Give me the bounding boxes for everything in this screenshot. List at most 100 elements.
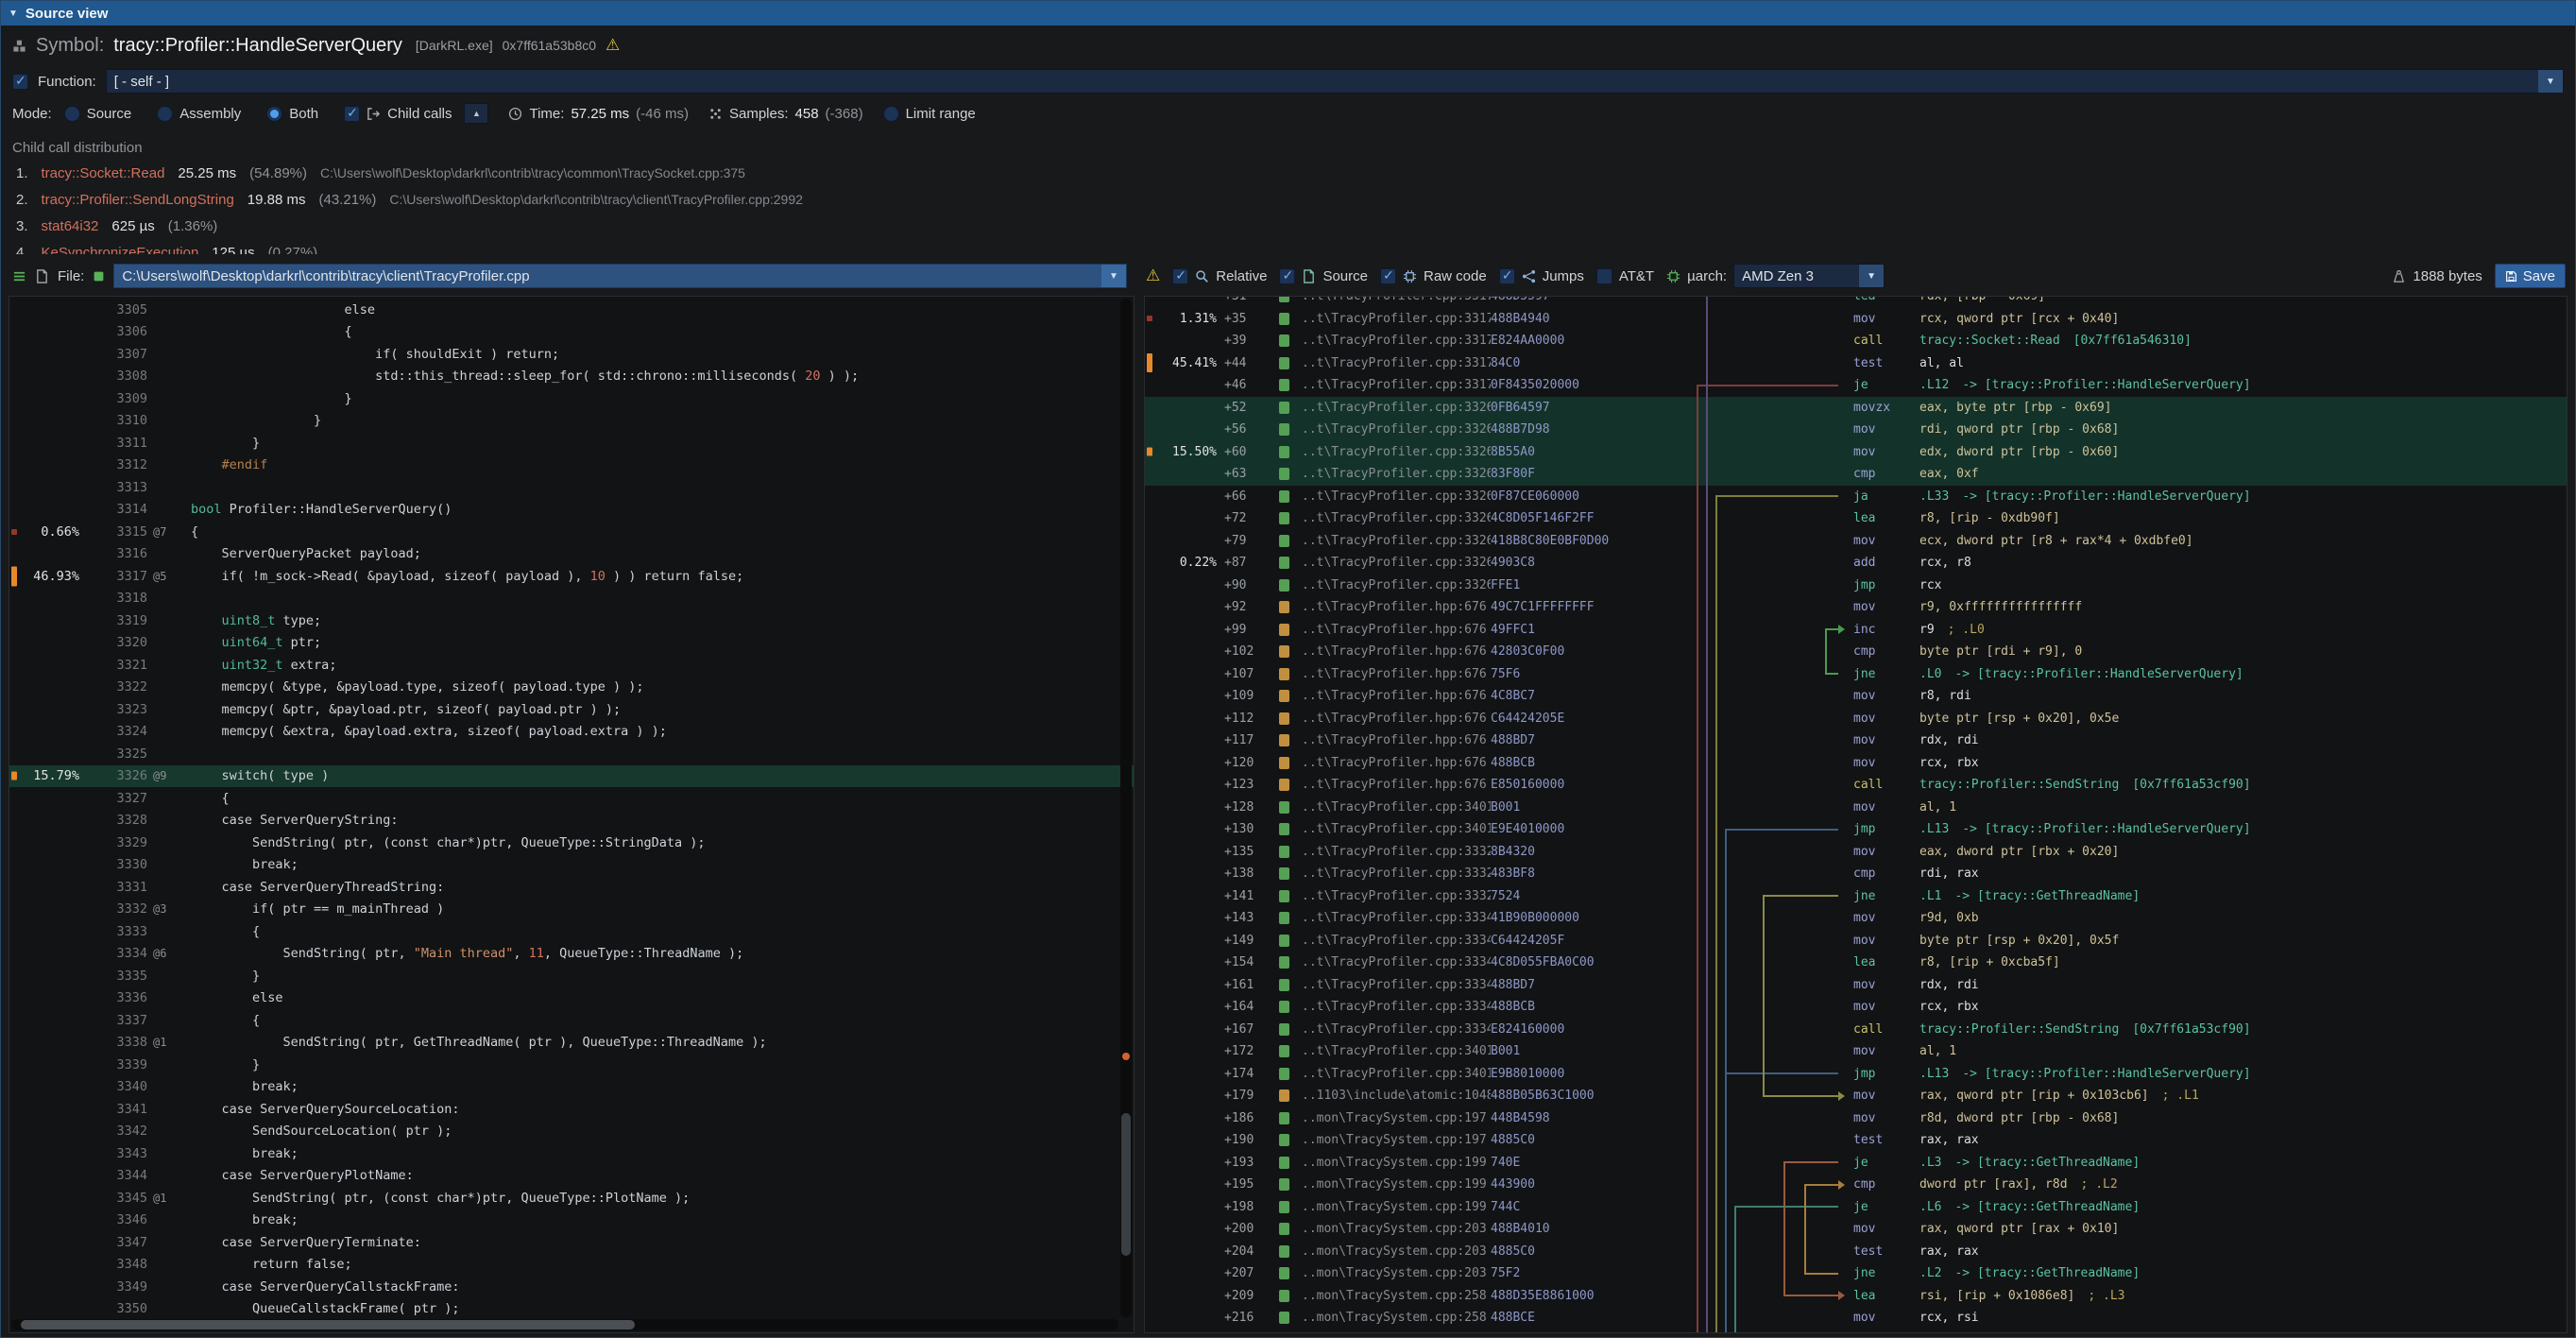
asm-file-line[interactable]: ..mon\TracySystem.cpp:199 — [1302, 1177, 1491, 1192]
asm-file-line[interactable]: ..mon\TracySystem.cpp:203 — [1302, 1266, 1491, 1280]
asm-file-line[interactable]: ..t\TracyProfiler.hpp:676 — [1302, 623, 1491, 637]
asm-file-line[interactable]: ..mon\TracySystem.cpp:203 — [1302, 1244, 1491, 1259]
source-line[interactable]: 3347 case ServerQueryTerminate: — [9, 1231, 1134, 1254]
asm-file-line[interactable]: ..t\TracyProfiler.cpp:3334 — [1302, 1022, 1491, 1037]
asm-file-line[interactable]: ..t\TracyProfiler.cpp:3334 — [1302, 934, 1491, 948]
radio-icon[interactable] — [266, 106, 282, 122]
asm-row[interactable]: +90..t\TracyProfiler.cpp:3326FFE1jmprcx — [1145, 575, 2567, 597]
child-calls-toggle[interactable]: Child calls — [344, 106, 452, 122]
asm-file-line[interactable]: ..t\TracyProfiler.cpp:3332 — [1302, 866, 1491, 881]
asm-file-line[interactable]: ..t\TracyProfiler.cpp:3326 — [1302, 556, 1491, 570]
source-line[interactable]: 3305 else — [9, 299, 1134, 321]
asm-row[interactable]: +195..mon\TracySystem.cpp:199443900cmpdw… — [1145, 1174, 2567, 1196]
asm-row[interactable]: +39..t\TracyProfiler.cpp:3317E824AA0000c… — [1145, 330, 2567, 352]
source-line[interactable]: 3342 SendSourceLocation( ptr ); — [9, 1121, 1134, 1143]
asm-file-line[interactable]: ..1103\include\atomic:1048 — [1302, 1089, 1491, 1103]
limit-range-toggle[interactable]: Limit range — [883, 106, 976, 122]
asm-file-line[interactable]: ..t\TracyProfiler.cpp:3326 — [1302, 445, 1491, 459]
titlebar[interactable]: ▼ Source view — [1, 1, 2575, 26]
source-horizontal-scrollbar[interactable] — [11, 1319, 1118, 1330]
source-line[interactable]: 3312 #endif — [9, 455, 1134, 477]
save-button[interactable]: Save — [2495, 264, 2566, 288]
asm-row[interactable]: 45.41%+44..t\TracyProfiler.cpp:331784C0t… — [1145, 352, 2567, 375]
chevron-down-icon[interactable] — [1101, 265, 1126, 287]
asm-row[interactable]: +52..t\TracyProfiler.cpp:33260FB64597mov… — [1145, 397, 2567, 420]
asm-file-line[interactable]: ..t\TracyProfiler.cpp:3317 — [1302, 312, 1491, 326]
source-line[interactable]: 3322 memcpy( &type, &payload.type, sizeo… — [9, 677, 1134, 699]
parent-frame-button[interactable]: ▲ — [464, 103, 488, 124]
jumps-toggle[interactable]: Jumps — [1499, 268, 1584, 284]
asm-file-line[interactable]: ..t\TracyProfiler.cpp:3317 — [1302, 356, 1491, 370]
child-calls-checkbox[interactable] — [344, 106, 360, 122]
source-line[interactable]: 3328 case ServerQueryString: — [9, 810, 1134, 832]
asm-file-line[interactable]: ..mon\TracySystem.cpp:197 — [1302, 1133, 1491, 1147]
asm-file-line[interactable]: ..t\TracyProfiler.hpp:676 — [1302, 733, 1491, 747]
asm-row[interactable]: +107..t\TracyProfiler.hpp:67675F6jne.L0-… — [1145, 663, 2567, 686]
asm-file-line[interactable]: ..t\TracyProfiler.cpp:3334 — [1302, 1000, 1491, 1014]
source-line[interactable]: 3340 break; — [9, 1076, 1134, 1099]
asm-row[interactable]: +193..mon\TracySystem.cpp:199740Eje.L3->… — [1145, 1152, 2567, 1175]
asm-row[interactable]: +92..t\TracyProfiler.hpp:67649C7C1FFFFFF… — [1145, 596, 2567, 619]
collapse-arrow-icon[interactable]: ▼ — [9, 9, 18, 19]
asm-row[interactable]: +128..t\TracyProfiler.cpp:3401B001moval,… — [1145, 797, 2567, 819]
asm-row[interactable]: 0.22%+87..t\TracyProfiler.cpp:33264903C8… — [1145, 552, 2567, 575]
source-line[interactable]: 3325 — [9, 743, 1134, 765]
asm-file-line[interactable]: ..t\TracyProfiler.hpp:676 — [1302, 644, 1491, 659]
asm-row[interactable]: +186..mon\TracySystem.cpp:197448B4598mov… — [1145, 1107, 2567, 1130]
source-line[interactable]: 3323 memcpy( &ptr, &payload.ptr, sizeof(… — [9, 698, 1134, 721]
asm-file-line[interactable]: ..t\TracyProfiler.cpp:3326 — [1302, 422, 1491, 437]
asm-row[interactable]: +130..t\TracyProfiler.cpp:3401E9E4010000… — [1145, 818, 2567, 841]
source-line[interactable]: 3334@6 SendString( ptr, "Main thread", 1… — [9, 943, 1134, 966]
source-line[interactable]: 3333 { — [9, 920, 1134, 943]
att-toggle[interactable]: AT&T — [1596, 268, 1654, 284]
asm-row[interactable]: +138..t\TracyProfiler.cpp:3332483BF8cmpr… — [1145, 863, 2567, 885]
source-pane[interactable]: 3305 else3306 {3307 if( shouldExit ) ret… — [9, 296, 1134, 1333]
att-checkbox[interactable] — [1596, 268, 1612, 284]
asm-row[interactable]: +179..1103\include\atomic:1048488B05B63C… — [1145, 1085, 2567, 1107]
asm-file-line[interactable]: ..t\TracyProfiler.hpp:676 — [1302, 600, 1491, 614]
raw-code-toggle[interactable]: Raw code — [1380, 268, 1487, 284]
scrollbar-thumb[interactable] — [21, 1320, 635, 1329]
source-line[interactable]: 3308 std::this_thread::sleep_for( std::c… — [9, 366, 1134, 388]
asm-file-line[interactable]: ..t\TracyProfiler.cpp:3326 — [1302, 467, 1491, 481]
asm-row[interactable]: +123..t\TracyProfiler.hpp:676E850160000c… — [1145, 774, 2567, 797]
source-line[interactable]: 3335 } — [9, 965, 1134, 987]
asm-source-checkbox[interactable] — [1279, 268, 1295, 284]
asm-row[interactable]: +109..t\TracyProfiler.hpp:6764C8BC7movr8… — [1145, 685, 2567, 708]
child-call-item[interactable]: 2.tracy::Profiler::SendLongString19.88 m… — [1, 186, 2575, 213]
mode-radio-source[interactable]: Source — [64, 106, 132, 122]
source-line[interactable]: 3337 { — [9, 1009, 1134, 1032]
source-line[interactable]: 3309 } — [9, 387, 1134, 410]
asm-file-line[interactable]: ..t\TracyProfiler.cpp:3401 — [1302, 1067, 1491, 1081]
asm-row[interactable]: 1.31%+35..t\TracyProfiler.cpp:3317488B49… — [1145, 308, 2567, 331]
source-line[interactable]: 3338@1 SendString( ptr, GetThreadName( p… — [9, 1032, 1134, 1055]
source-line[interactable]: 46.93%3317@5 if( !m_sock->Read( &payload… — [9, 565, 1134, 588]
asm-row[interactable]: +161..t\TracyProfiler.cpp:3334488BD7movr… — [1145, 974, 2567, 997]
asm-file-line[interactable]: ..t\TracyProfiler.cpp:3326 — [1302, 489, 1491, 504]
asm-row[interactable]: +204..mon\TracySystem.cpp:2034885C0testr… — [1145, 1241, 2567, 1263]
scrollbar-thumb[interactable] — [1121, 1113, 1131, 1256]
asm-row[interactable]: +154..t\TracyProfiler.cpp:33344C8D055FBA… — [1145, 952, 2567, 974]
asm-row[interactable]: 15.50%+60..t\TracyProfiler.cpp:33268B55A… — [1145, 441, 2567, 464]
uarch-combo[interactable]: AMD Zen 3 — [1733, 264, 1885, 288]
asm-row[interactable]: +167..t\TracyProfiler.cpp:3334E824160000… — [1145, 1019, 2567, 1041]
source-line[interactable]: 3343 break; — [9, 1142, 1134, 1165]
asm-file-line[interactable]: ..mon\TracySystem.cpp:197 — [1302, 1111, 1491, 1125]
asm-file-line[interactable]: ..t\TracyProfiler.cpp:3317 — [1302, 378, 1491, 392]
asm-row[interactable]: +102..t\TracyProfiler.hpp:67642803C0F00c… — [1145, 641, 2567, 663]
source-line[interactable]: 3344 case ServerQueryPlotName: — [9, 1165, 1134, 1188]
asm-row[interactable]: +172..t\TracyProfiler.cpp:3401B001moval,… — [1145, 1040, 2567, 1063]
asm-file-line[interactable]: ..t\TracyProfiler.cpp:3334 — [1302, 955, 1491, 969]
relative-toggle[interactable]: Relative — [1172, 268, 1267, 284]
source-line[interactable]: 3318 — [9, 588, 1134, 610]
source-line[interactable]: 15.79%3326@9 switch( type ) — [9, 765, 1134, 788]
source-line[interactable]: 3319 uint8_t type; — [9, 609, 1134, 632]
asm-row[interactable]: +112..t\TracyProfiler.hpp:676C64424205Em… — [1145, 708, 2567, 730]
asm-file-line[interactable]: ..t\TracyProfiler.cpp:3326 — [1302, 578, 1491, 592]
asm-row[interactable]: +174..t\TracyProfiler.cpp:3401E9B8010000… — [1145, 1063, 2567, 1086]
asm-file-line[interactable]: ..t\TracyProfiler.hpp:676 — [1302, 778, 1491, 792]
asm-row[interactable]: +31..t\TracyProfiler.cpp:3317488D5597lea… — [1145, 296, 2567, 308]
asm-file-line[interactable]: ..t\TracyProfiler.cpp:3332 — [1302, 845, 1491, 859]
source-line[interactable]: 3331 case ServerQueryThreadString: — [9, 876, 1134, 899]
asm-row[interactable]: +120..t\TracyProfiler.hpp:676488BCBmovrc… — [1145, 752, 2567, 775]
